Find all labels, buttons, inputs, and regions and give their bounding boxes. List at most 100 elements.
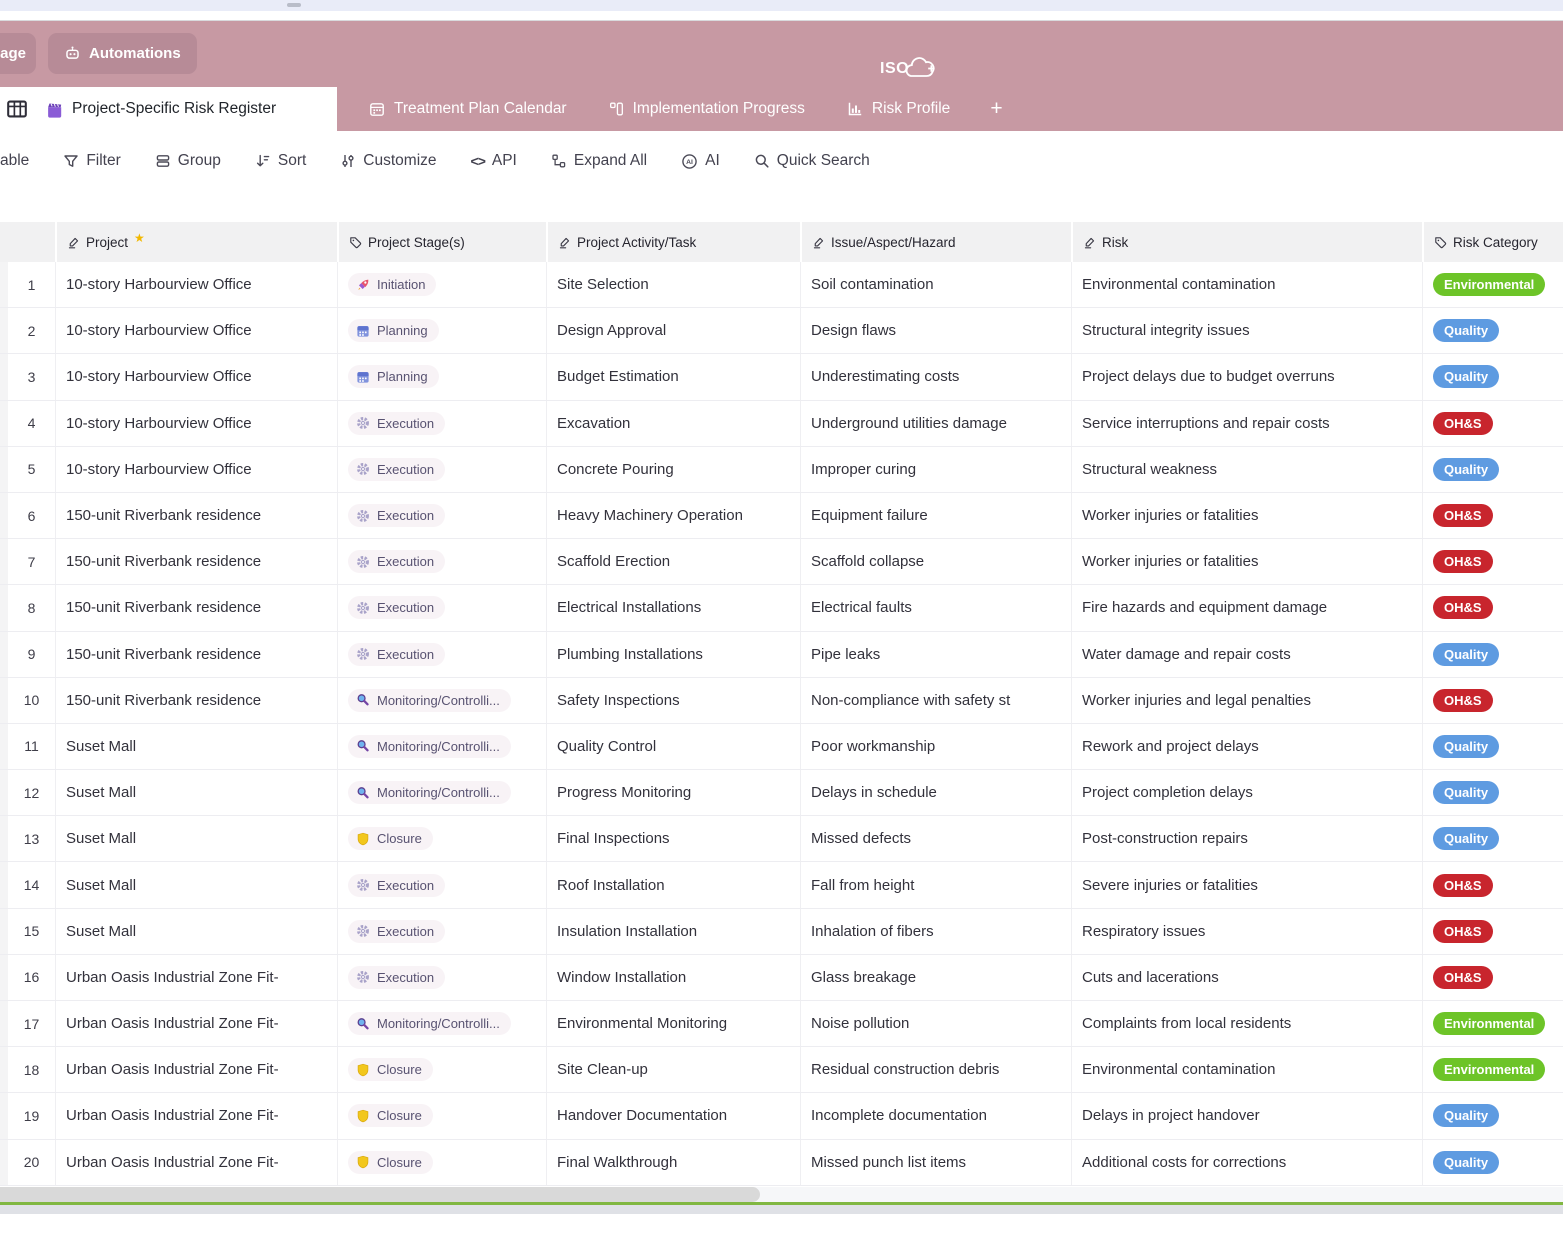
project-cell[interactable]: 150-unit Riverbank residence — [55, 632, 337, 677]
issue-cell[interactable]: Delays in schedule — [800, 770, 1071, 815]
risk-cell[interactable]: Additional costs for corrections — [1071, 1140, 1422, 1185]
issue-cell[interactable]: Inhalation of fibers — [800, 909, 1071, 954]
activity-cell[interactable]: Safety Inspections — [546, 678, 800, 723]
risk-cell[interactable]: Project delays due to budget overruns — [1071, 354, 1422, 399]
project-cell[interactable]: 150-unit Riverbank residence — [55, 493, 337, 538]
stage-pill[interactable]: Monitoring/Controlli... — [348, 689, 511, 712]
filter-button[interactable]: Filter — [63, 152, 120, 170]
project-cell[interactable]: Suset Mall — [55, 862, 337, 907]
activity-cell[interactable]: Electrical Installations — [546, 585, 800, 630]
category-cell[interactable]: Quality — [1422, 770, 1563, 815]
project-cell[interactable]: Urban Oasis Industrial Zone Fit- — [55, 1140, 337, 1185]
row-number[interactable]: 1 — [8, 262, 55, 307]
stage-cell[interactable]: Planning — [337, 354, 546, 399]
risk-cell[interactable]: Delays in project handover — [1071, 1093, 1422, 1138]
activity-cell[interactable]: Final Walkthrough — [546, 1140, 800, 1185]
activity-cell[interactable]: Final Inspections — [546, 816, 800, 861]
stage-cell[interactable]: Closure — [337, 1047, 546, 1092]
issue-cell[interactable]: Missed punch list items — [800, 1140, 1071, 1185]
activity-cell[interactable]: Site Clean-up — [546, 1047, 800, 1092]
stage-cell[interactable]: Execution — [337, 862, 546, 907]
category-cell[interactable]: Quality — [1422, 308, 1563, 353]
risk-cell[interactable]: Project completion delays — [1071, 770, 1422, 815]
risk-cell[interactable]: Post-construction repairs — [1071, 816, 1422, 861]
risk-cell[interactable]: Cuts and lacerations — [1071, 955, 1422, 1000]
risk-cell[interactable]: Structural weakness — [1071, 447, 1422, 492]
category-cell[interactable]: Quality — [1422, 354, 1563, 399]
row-number[interactable]: 3 — [8, 354, 55, 399]
row-number[interactable]: 7 — [8, 539, 55, 584]
stage-cell[interactable]: Monitoring/Controlli... — [337, 678, 546, 723]
stage-pill[interactable]: Closure — [348, 1058, 433, 1081]
project-cell[interactable]: 10-story Harbourview Office — [55, 447, 337, 492]
category-cell[interactable]: Quality — [1422, 1140, 1563, 1185]
stage-pill[interactable]: Closure — [348, 1104, 433, 1127]
column-header-risk-category[interactable]: Risk Category — [1422, 222, 1563, 262]
tab-treatment-plan-calendar[interactable]: Treatment Plan Calendar — [355, 100, 581, 118]
stage-pill[interactable]: Execution — [348, 643, 445, 666]
issue-cell[interactable]: Pipe leaks — [800, 632, 1071, 677]
category-cell[interactable]: OH&S — [1422, 585, 1563, 630]
activity-cell[interactable]: Heavy Machinery Operation — [546, 493, 800, 538]
stage-pill[interactable]: Execution — [348, 966, 445, 989]
stage-cell[interactable]: Execution — [337, 447, 546, 492]
project-cell[interactable]: Urban Oasis Industrial Zone Fit- — [55, 955, 337, 1000]
issue-cell[interactable]: Poor workmanship — [800, 724, 1071, 769]
quick-search-button[interactable]: Quick Search — [754, 152, 870, 170]
row-number[interactable]: 12 — [8, 770, 55, 815]
stage-cell[interactable]: Monitoring/Controlli... — [337, 724, 546, 769]
project-cell[interactable]: 150-unit Riverbank residence — [55, 539, 337, 584]
activity-cell[interactable]: Environmental Monitoring — [546, 1001, 800, 1046]
issue-cell[interactable]: Electrical faults — [800, 585, 1071, 630]
activity-cell[interactable]: Roof Installation — [546, 862, 800, 907]
project-cell[interactable]: 10-story Harbourview Office — [55, 401, 337, 446]
stage-pill[interactable]: Execution — [348, 596, 445, 619]
category-cell[interactable]: OH&S — [1422, 493, 1563, 538]
row-number[interactable]: 19 — [8, 1093, 55, 1138]
customize-button[interactable]: Customize — [340, 152, 436, 170]
row-number[interactable]: 5 — [8, 447, 55, 492]
activity-cell[interactable]: Scaffold Erection — [546, 539, 800, 584]
stage-cell[interactable]: Closure — [337, 1140, 546, 1185]
category-cell[interactable]: OH&S — [1422, 539, 1563, 584]
issue-cell[interactable]: Underestimating costs — [800, 354, 1071, 399]
column-header-risk[interactable]: Risk — [1071, 222, 1422, 262]
risk-cell[interactable]: Worker injuries or fatalities — [1071, 539, 1422, 584]
activity-cell[interactable]: Handover Documentation — [546, 1093, 800, 1138]
stage-pill[interactable]: Execution — [348, 412, 445, 435]
category-cell[interactable]: Environmental — [1422, 1001, 1563, 1046]
row-number[interactable]: 17 — [8, 1001, 55, 1046]
risk-cell[interactable]: Severe injuries or fatalities — [1071, 862, 1422, 907]
category-cell[interactable]: Quality — [1422, 632, 1563, 677]
stage-cell[interactable]: Closure — [337, 816, 546, 861]
table-view-button[interactable]: able — [0, 152, 29, 170]
project-cell[interactable]: Urban Oasis Industrial Zone Fit- — [55, 1047, 337, 1092]
row-number[interactable]: 20 — [8, 1140, 55, 1185]
row-number[interactable]: 4 — [8, 401, 55, 446]
activity-cell[interactable]: Insulation Installation — [546, 909, 800, 954]
issue-cell[interactable]: Fall from height — [800, 862, 1071, 907]
issue-cell[interactable]: Missed defects — [800, 816, 1071, 861]
category-cell[interactable]: OH&S — [1422, 955, 1563, 1000]
issue-cell[interactable]: Noise pollution — [800, 1001, 1071, 1046]
row-number[interactable]: 6 — [8, 493, 55, 538]
issue-cell[interactable]: Improper curing — [800, 447, 1071, 492]
stage-pill[interactable]: Closure — [348, 1151, 433, 1174]
stage-cell[interactable]: Initiation — [337, 262, 546, 307]
tab-risk-profile[interactable]: Risk Profile — [833, 100, 964, 118]
activity-cell[interactable]: Plumbing Installations — [546, 632, 800, 677]
stage-cell[interactable]: Monitoring/Controlli... — [337, 770, 546, 815]
activity-cell[interactable]: Excavation — [546, 401, 800, 446]
category-cell[interactable]: Environmental — [1422, 262, 1563, 307]
issue-cell[interactable]: Soil contamination — [800, 262, 1071, 307]
tab-project-specific-risk-register[interactable]: Project-Specific Risk Register — [32, 87, 337, 131]
expand-all-button[interactable]: Expand All — [551, 152, 647, 170]
stage-pill[interactable]: Monitoring/Controlli... — [348, 781, 511, 804]
stage-cell[interactable]: Execution — [337, 955, 546, 1000]
stage-cell[interactable]: Monitoring/Controlli... — [337, 1001, 546, 1046]
project-cell[interactable]: 10-story Harbourview Office — [55, 354, 337, 399]
horizontal-scrollbar[interactable] — [0, 1187, 1563, 1202]
stage-cell[interactable]: Closure — [337, 1093, 546, 1138]
project-cell[interactable]: Suset Mall — [55, 770, 337, 815]
stage-pill[interactable]: Execution — [348, 874, 445, 897]
